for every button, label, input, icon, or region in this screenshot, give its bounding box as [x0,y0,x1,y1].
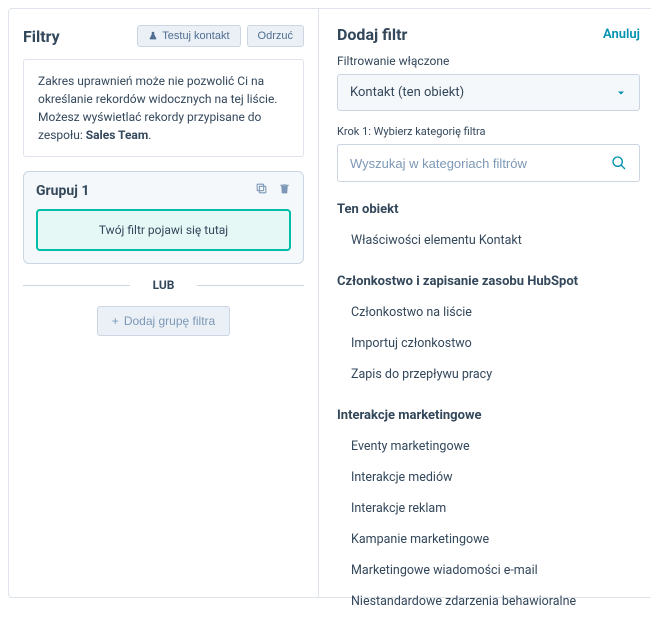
trash-icon[interactable] [278,182,291,199]
category-item[interactable]: Niestandardowe zdarzenia behawioralne [337,586,640,617]
category-section: Członkostwo i zapisanie zasobu HubSpot Cz… [337,274,640,390]
category-section: Ten obiekt Właściwości elementu Kontakt [337,202,640,256]
test-contact-button[interactable]: Testuj kontakt [137,25,240,47]
step-label: Krok 1: Wybierz kategorię filtra [337,125,640,138]
search-icon [611,155,627,171]
group-title: Grupuj 1 [36,183,89,199]
category-item[interactable]: Eventy marketingowe [337,431,640,462]
copy-icon[interactable] [255,182,268,199]
filter-placeholder: Twój filtr pojawi się tutaj [36,209,291,251]
category-item[interactable]: Marketingowe wiadomości e-mail [337,555,640,586]
chevron-down-icon [615,87,627,99]
category-item[interactable]: Interakcje mediów [337,462,640,493]
info-text: Zakres uprawnień może nie pozwolić Ci na… [38,74,277,142]
category-list: Ten obiekt Właściwości elementu Kontakt Cz… [337,202,640,617]
info-team-name: Sales Team [86,128,149,142]
add-filter-panel: Dodaj filtr Anuluj Filtrowanie włączone … [319,9,651,597]
filters-title: Filtry [23,27,60,46]
filtering-on-label: Filtrowanie włączone [337,54,640,68]
category-item[interactable]: Interakcje reklam [337,493,640,524]
test-contact-label: Testuj kontakt [162,30,229,42]
add-filter-group-button[interactable]: + Dodaj grupę filtra [97,306,230,336]
category-heading: Członkostwo i zapisanie zasobu HubSpot [337,274,640,289]
category-item[interactable]: Zapis do przepływu pracy [337,359,640,390]
reject-label: Odrzuć [258,30,293,42]
cancel-button[interactable]: Anuluj [603,27,640,42]
category-item[interactable]: Właściwości elementu Kontakt [337,225,640,256]
reject-button[interactable]: Odrzuć [247,25,304,47]
category-heading: Ten obiekt [337,202,640,217]
beaker-icon [148,31,158,41]
category-item[interactable]: Kampanie marketingowe [337,524,640,555]
add-filter-title: Dodaj filtr [337,25,407,44]
permissions-info: Zakres uprawnień może nie pozwolić Ci na… [23,59,304,157]
filters-panel: Filtry Testuj kontakt Odrzuć Zakres upra… [9,9,319,597]
category-search[interactable] [337,144,640,182]
object-select[interactable]: Kontakt (ten obiekt) [337,74,640,111]
add-group-label: Dodaj grupę filtra [124,314,215,328]
selected-object-text: Kontakt (ten obiekt) [350,85,464,100]
category-heading: Interakcje marketingowe [337,408,640,423]
or-separator: LUB [23,278,304,292]
plus-icon: + [112,314,119,328]
filter-group-card: Grupuj 1 Twój filtr pojawi się tutaj [23,171,304,264]
category-item[interactable]: Członkostwo na liście [337,297,640,328]
category-item[interactable]: Importuj członkostwo [337,328,640,359]
search-input[interactable] [350,156,611,171]
category-section: Interakcje marketingowe Eventy marketingo… [337,408,640,617]
